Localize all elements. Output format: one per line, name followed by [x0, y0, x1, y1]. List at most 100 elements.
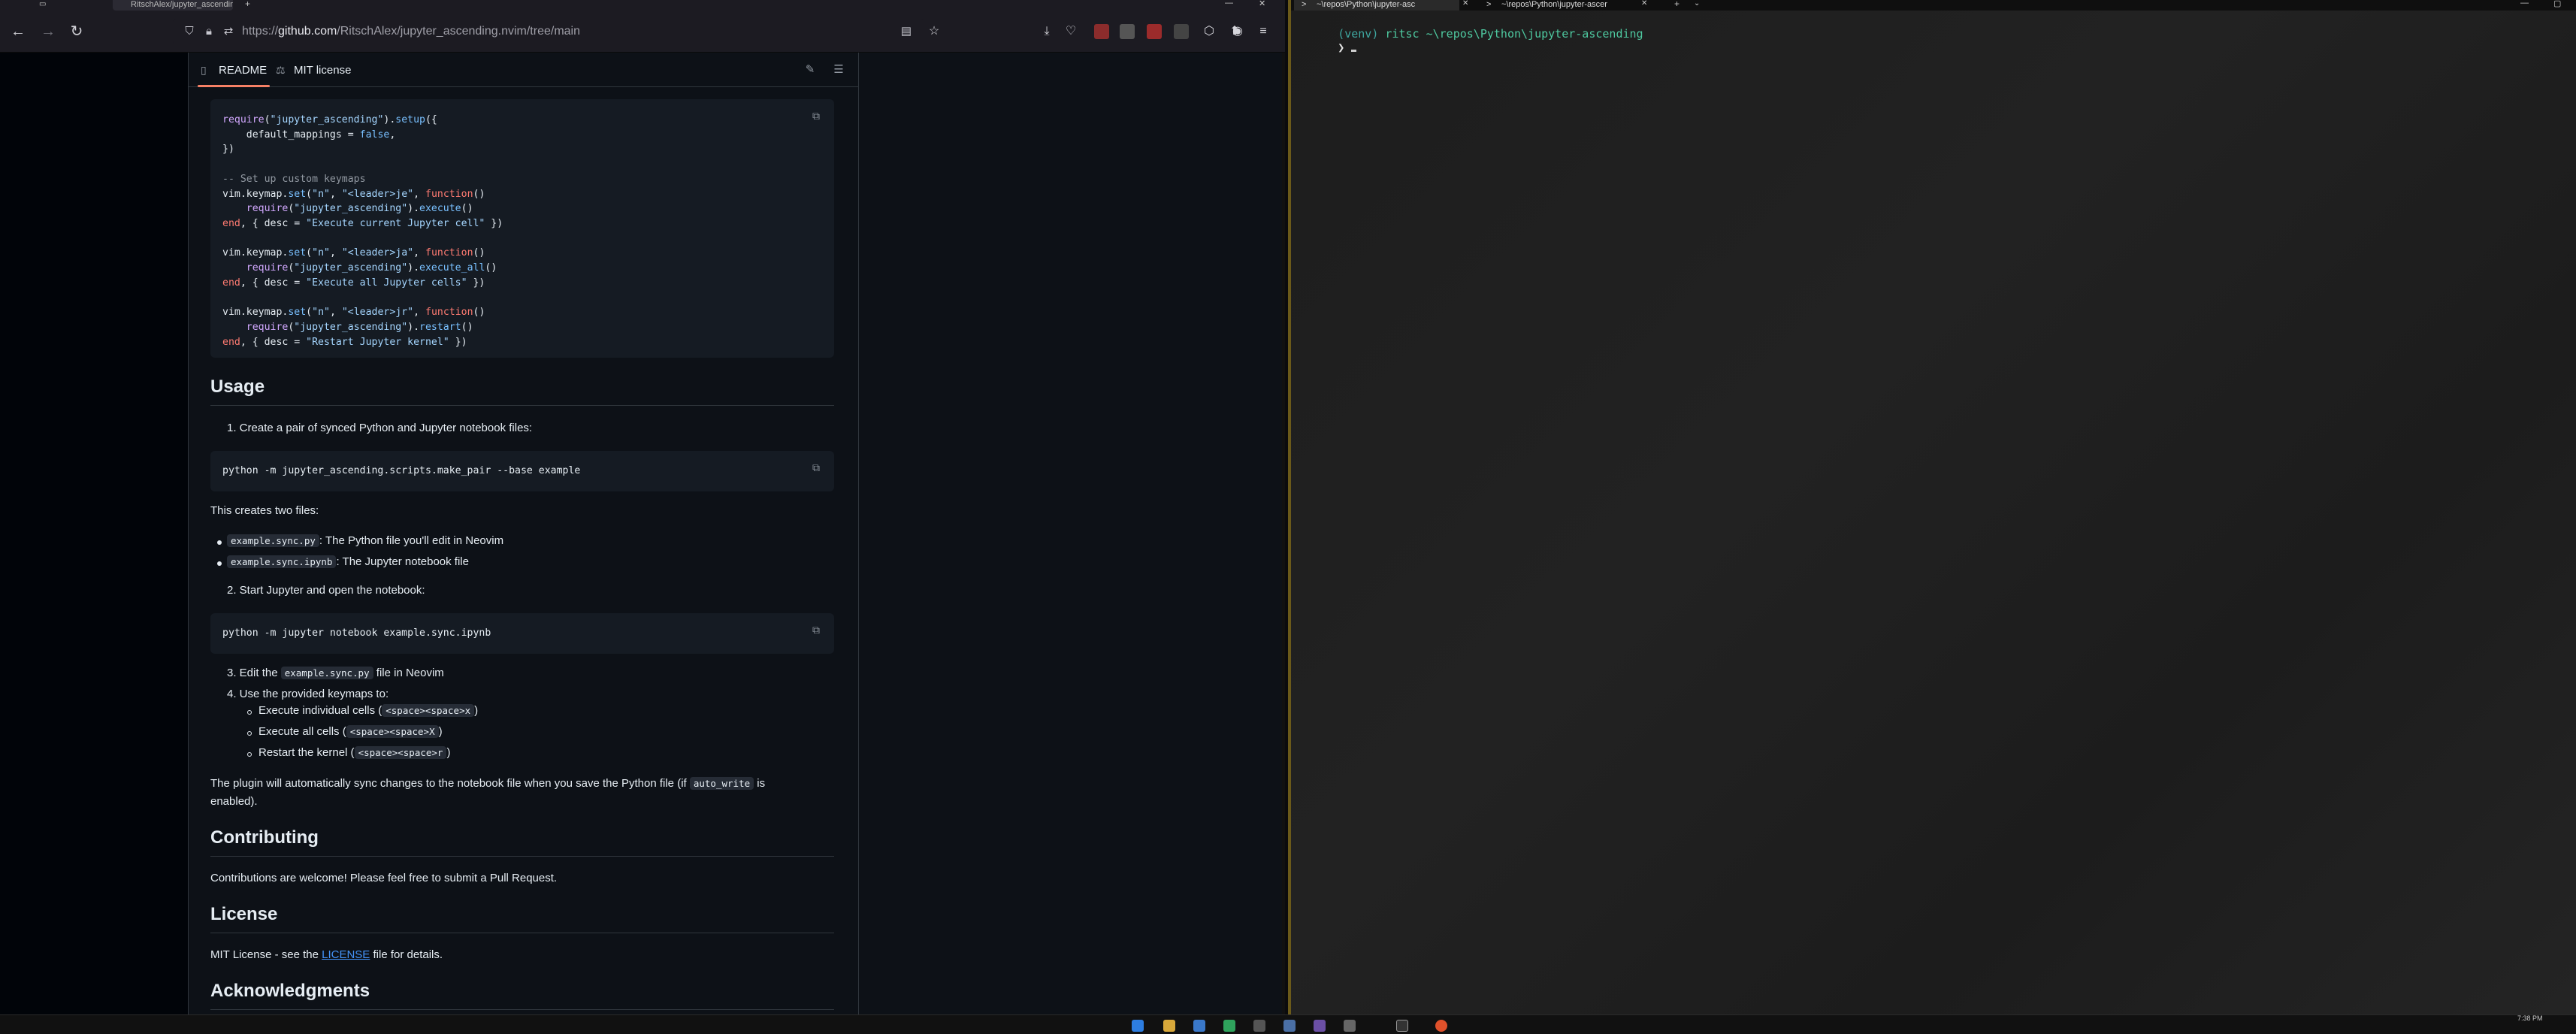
file1-code: example.sync.py — [227, 534, 319, 547]
sub-bullet — [247, 731, 252, 736]
bookmark-star-icon[interactable]: ☆ — [926, 23, 942, 40]
forward-icon[interactable]: → — [38, 21, 59, 42]
tab-title: RitschAlex/jupyter_ascending.nvim — [131, 0, 233, 9]
file2-code: example.sync.ipynb — [227, 555, 337, 568]
app-icon[interactable] — [1283, 1020, 1296, 1032]
app-icon[interactable] — [1314, 1020, 1326, 1032]
close-window-icon[interactable]: ✕ — [1259, 0, 1265, 8]
code-block-make-pair: python -m jupyter_ascending.scripts.make… — [210, 451, 834, 491]
terminal-app-icon[interactable] — [1396, 1020, 1408, 1032]
url-bar[interactable]: ⛉ 🔒︎ ⇄ https://github.com/RitschAlex/jup… — [173, 19, 924, 44]
app-icon[interactable] — [1193, 1020, 1205, 1032]
reader-view-icon[interactable]: ▤ — [899, 24, 914, 39]
chevron-down-icon[interactable]: ⌄ — [1694, 0, 1700, 8]
tab-readme[interactable]: ▯ README — [201, 53, 267, 87]
extensions-puzzle-icon[interactable]: ⬡ — [1201, 23, 1217, 40]
copy-icon[interactable]: ⧉ — [809, 460, 824, 475]
terminal-tab-1[interactable]: > ~\repos\Python\jupyter-asc — [1294, 0, 1459, 11]
code-make-pair: python -m jupyter_ascending.scripts.make… — [222, 465, 581, 476]
code-line: end, { desc = "Execute current Jupyter c… — [222, 217, 503, 229]
extension-icon-1[interactable] — [1094, 24, 1109, 39]
prompt-path: ~\repos\Python\jupyter-ascending — [1426, 27, 1643, 41]
new-tab-icon[interactable]: + — [245, 0, 250, 8]
lock-icon[interactable]: 🔒︎ — [201, 24, 216, 39]
menu-icon[interactable]: ≡ — [1255, 23, 1271, 40]
sub-bullet — [247, 710, 252, 715]
code-line: require("jupyter_ascending").execute() — [246, 203, 473, 215]
taskbar: 7:38 PM — [0, 1014, 2576, 1034]
code-line: end, { desc = "Restart Jupyter kernel" }… — [222, 336, 467, 348]
text-cursor — [1351, 50, 1357, 52]
page-right-margin — [859, 53, 1282, 1014]
tab-list-icon[interactable]: ▭ — [39, 0, 50, 9]
code-line: vim.keymap.set("n", "<leader>je", functi… — [222, 188, 485, 200]
code-block-setup: require("jupyter_ascending").setup({ def… — [210, 99, 834, 358]
outline-list-icon[interactable]: ☰ — [830, 62, 847, 78]
code-line: end, { desc = "Execute all Jupyter cells… — [222, 277, 485, 289]
list-item-file1: example.sync.py: The Python file you'll … — [227, 534, 503, 547]
close-tab-icon[interactable]: ✕ — [1462, 0, 1468, 8]
creates-text: This creates two files: — [210, 504, 319, 517]
back-icon[interactable]: ← — [8, 21, 29, 42]
app-icon[interactable] — [1344, 1020, 1356, 1032]
readme-tab-bar: ▯ README ⚖ MIT license ✎ ☰ — [189, 53, 858, 87]
code-block-notebook: python -m jupyter notebook example.sync.… — [210, 613, 834, 654]
shield-icon[interactable]: ⛉ — [182, 24, 197, 39]
code-line: vim.keymap.set("n", "<leader>jr", functi… — [222, 307, 485, 319]
active-tab-underline — [198, 85, 270, 87]
pocket-icon[interactable]: ♡ — [1063, 23, 1079, 40]
permissions-icon[interactable]: ⇄ — [221, 24, 236, 39]
copy-icon[interactable]: ⧉ — [809, 108, 824, 123]
extension-icon-3[interactable] — [1147, 24, 1162, 39]
heading-acknowledgments: Acknowledgments — [210, 980, 834, 1010]
terminal-body[interactable]: (venv) ritsc ~\repos\Python\jupyter-asce… — [1291, 11, 2576, 1014]
heading-license: License — [210, 903, 834, 933]
extension-icon-2[interactable] — [1120, 24, 1135, 39]
edit-pencil-icon[interactable]: ✎ — [802, 62, 818, 78]
usage-step-2: 2. Start Jupyter and open the notebook: — [227, 584, 425, 597]
clock[interactable]: 7:38 PM — [2517, 1014, 2543, 1022]
step3-code: example.sync.py — [280, 667, 373, 679]
keymap-item-1: Execute individual cells (<space><space>… — [259, 704, 479, 717]
bullet — [217, 561, 222, 566]
extension-icon-4[interactable] — [1174, 24, 1189, 39]
reload-icon[interactable]: ↻ — [66, 21, 87, 42]
minimize-icon[interactable]: — — [2520, 0, 2529, 8]
code-line: require("jupyter_ascending").restart() — [246, 321, 473, 333]
url-text[interactable]: https://github.com/RitschAlex/jupyter_as… — [242, 25, 580, 38]
browser-window: ▭ RitschAlex/jupyter_ascending.nvim + — … — [0, 0, 1285, 1014]
book-icon: ▯ — [201, 64, 207, 76]
license-link[interactable]: LICENSE — [322, 948, 370, 961]
close-tab-icon[interactable]: ✕ — [1641, 0, 1647, 8]
usage-step-1: 1. Create a pair of synced Python and Ju… — [227, 422, 533, 434]
prompt-symbol: ❯ — [1338, 41, 1345, 54]
browser-tab-bar: ▭ RitschAlex/jupyter_ascending.nvim + — … — [0, 0, 1285, 11]
new-tab-icon[interactable]: + — [1674, 0, 1680, 8]
app-icon[interactable] — [1223, 1020, 1235, 1032]
usage-step-4: 4. Use the provided keymaps to: — [227, 688, 389, 700]
page-left-margin — [0, 53, 188, 1014]
maximize-icon[interactable]: ▢ — [2553, 0, 2561, 8]
account-icon[interactable]: ◉ — [1229, 23, 1246, 40]
license-text: MIT License - see the LICENSE file for d… — [210, 948, 443, 961]
code-line: require("jupyter_ascending").setup({ — [222, 114, 437, 125]
tab-license[interactable]: ⚖ MIT license — [276, 53, 351, 87]
heading-contributing: Contributing — [210, 827, 834, 857]
code-line: require("jupyter_ascending").execute_all… — [246, 262, 497, 274]
keymap-item-2: Execute all cells (<space><space>X) — [259, 725, 443, 738]
browser-tab-active[interactable]: RitschAlex/jupyter_ascending.nvim — [113, 0, 233, 11]
file-explorer-icon[interactable] — [1163, 1020, 1175, 1032]
download-icon[interactable]: ⤓ — [1039, 23, 1055, 40]
code-line: }) — [222, 144, 234, 156]
terminal-icon: > — [1302, 0, 1307, 9]
app-icon[interactable] — [1253, 1020, 1265, 1032]
list-item-file2: example.sync.ipynb: The Jupyter notebook… — [227, 555, 469, 568]
copy-icon[interactable]: ⧉ — [809, 622, 824, 637]
bullet — [217, 540, 222, 545]
code-line: -- Set up custom keymaps — [222, 173, 366, 185]
terminal-tab-2[interactable]: > ~\repos\Python\jupyter-ascer — [1479, 0, 1629, 11]
minimize-icon[interactable]: — — [1225, 0, 1233, 8]
windows-start-icon[interactable] — [1132, 1020, 1144, 1032]
firefox-app-icon[interactable] — [1435, 1020, 1447, 1032]
file1-desc: : The Python file you'll edit in Neovim — [319, 534, 504, 547]
